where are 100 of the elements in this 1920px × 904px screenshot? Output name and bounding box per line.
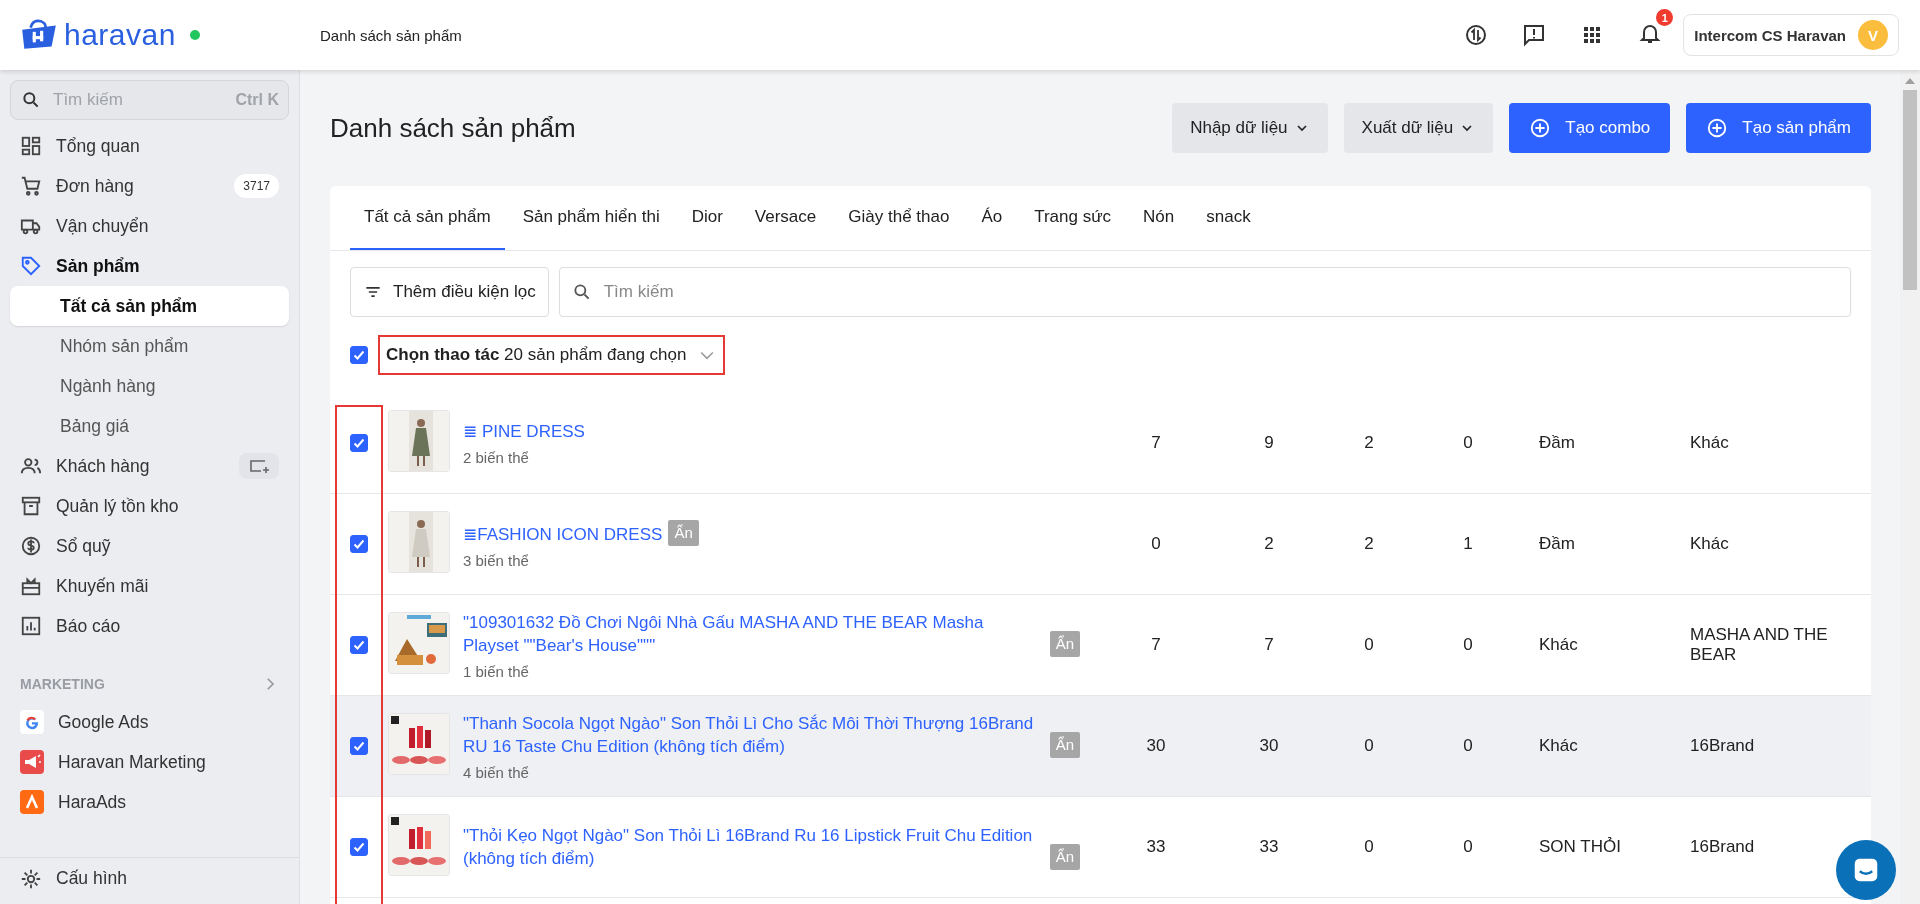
google-icon (20, 710, 44, 734)
logo-text: haravan (64, 18, 176, 52)
tab[interactable]: snack (1192, 186, 1265, 250)
table-cell-text: 2 (1263, 534, 1275, 554)
checkbox[interactable] (350, 346, 368, 364)
product-link[interactable]: ≣FASHION ICON DRESS (463, 522, 663, 546)
table-cell-text: 16Brand (1689, 837, 1756, 857)
table-cell-text: 0 (1462, 433, 1474, 453)
hidden-badge: Ẩn (1049, 844, 1080, 870)
hidden-badge: Ẩn (1049, 731, 1080, 758)
tab[interactable]: Giày thể thao (834, 186, 964, 250)
nav-item[interactable]: HaraAds (10, 782, 289, 822)
table-cell-text: 16Brand (1689, 736, 1756, 756)
hidden-badge: Ẩn (1049, 630, 1080, 657)
bulk-action-dropdown[interactable]: Chọn thao tác 20 sản phẩm đang chọn (378, 335, 725, 375)
hidden-badge: Ẩn (668, 519, 699, 546)
section-title: MARKETING (20, 676, 105, 692)
nav-item[interactable]: Đơn hàng 3717 (10, 166, 289, 206)
table-cell-text: 7 (1150, 433, 1162, 453)
table-cell-text: Khác (1689, 433, 1730, 453)
chart-icon (20, 615, 42, 637)
nav-subitem[interactable]: Ngành hàng (10, 366, 289, 406)
screen-add-icon[interactable] (239, 453, 279, 479)
checkbox[interactable] (350, 737, 368, 755)
table-cell-text: MASHA AND THE BEAR (1689, 625, 1829, 665)
table-cell-text: 0 (1363, 736, 1375, 756)
nav-item[interactable]: Sản phẩm (10, 246, 289, 286)
search-field[interactable]: Tìm kiếm (558, 267, 1851, 317)
nav-subitem[interactable]: Bảng giá (10, 406, 289, 446)
nav-item[interactable]: Cấu hình (0, 857, 299, 904)
nav-item[interactable]: Báo cáo (10, 606, 289, 646)
table-cell-text: 0 (1150, 534, 1162, 554)
tab[interactable]: Trang sức (1020, 186, 1126, 250)
scrollbar-thumb[interactable] (1903, 90, 1917, 290)
tab[interactable]: Tất cả sản phẩm (350, 186, 505, 250)
tab[interactable]: Dior (677, 186, 737, 250)
feedback-icon[interactable] (1522, 23, 1547, 47)
nav-item[interactable]: Vận chuyển (10, 206, 289, 246)
nav-item[interactable]: Tổng quan (10, 126, 289, 166)
table-cell-text: 0 (1462, 736, 1474, 756)
tab[interactable]: Nón (1129, 186, 1189, 250)
product-link[interactable]: ≣ PINE DRESS (463, 420, 585, 443)
nav-item[interactable]: Haravan Marketing (10, 742, 289, 782)
variant-count: 4 biến thể (463, 763, 530, 781)
table-cell-text: Đầm (1538, 534, 1576, 554)
table-cell-text: Đầm (1538, 433, 1576, 453)
tab[interactable]: Áo (967, 186, 1017, 250)
table-cell-text: Khác (1538, 635, 1579, 655)
table-row[interactable]: "Thanh Socola Ngọt Ngào" Son Thỏi Lì Cho Sắc Môi Thời Thượng 16Brand RU 16 Taste Chu Edition (không tích điểm) Ẩn 4 biến thể 30 30 0 0 Khác 16Brand (330, 696, 1871, 797)
table-cell-text: SON THỎI (1538, 837, 1622, 857)
table-cell-text: 7 (1150, 635, 1162, 655)
tab[interactable]: Versace (740, 186, 831, 250)
count-badge: 3717 (234, 174, 279, 198)
checkbox[interactable] (350, 838, 368, 856)
tab[interactable]: Sản phẩm hiển thi (508, 186, 674, 250)
hara-icon (20, 790, 44, 814)
nav-item[interactable]: Quản lý tồn kho (10, 486, 289, 526)
plus-circle-icon (1529, 117, 1552, 139)
nav-item[interactable]: Google Ads (10, 702, 289, 742)
checkbox[interactable] (350, 535, 368, 553)
checkbox[interactable] (350, 434, 368, 452)
table-cell-text: 9 (1263, 433, 1275, 453)
checkbox[interactable] (350, 636, 368, 654)
toolbar-button[interactable]: Nhập dữ liệu (1172, 103, 1328, 153)
sync-icon[interactable] (1464, 23, 1489, 47)
status-dot (189, 30, 200, 40)
table-cell-text: 33 (1258, 837, 1280, 857)
plus-circle-icon (1706, 117, 1729, 139)
table-cell-text: 33 (1145, 837, 1167, 857)
table-cell-text: 2 (1363, 534, 1375, 554)
nav-subitem[interactable]: Nhóm sản phẩm (10, 326, 289, 366)
table-cell-text: 0 (1363, 635, 1375, 655)
toolbar-button[interactable]: Tạo combo (1509, 103, 1671, 153)
search-icon (571, 282, 592, 302)
table-row[interactable]: ≣FASHION ICON DRESS Ẩn 3 biến thể 0 2 2 1 Đầm Khác (330, 494, 1871, 595)
dashboard-icon (20, 135, 42, 157)
notification-badge: 1 (1656, 9, 1674, 26)
page-title: Danh sách sản phẩm (330, 112, 577, 144)
gear-icon (20, 868, 42, 890)
product-link[interactable]: "Thanh Socola Ngọt Ngào" Son Thỏi Lì Cho Sắc Môi Thời Thượng 16Brand RU 16 Taste Chu Edition (không tích điểm) (463, 711, 1044, 758)
table-cell-text: 1 (1462, 534, 1474, 554)
table-cell-text: 30 (1145, 736, 1167, 756)
variant-count: 3 biến thể (463, 551, 530, 569)
variant-count: 1 biến thể (463, 662, 530, 680)
toolbar-button[interactable]: Tạo sản phẩm (1686, 103, 1871, 153)
filter-button[interactable]: Thêm điều kiện lọc (350, 267, 549, 317)
cart-icon (20, 175, 42, 197)
nav-subitem[interactable]: Tất cả sản phẩm (10, 286, 289, 326)
table-cell-text: Khác (1538, 736, 1579, 756)
nav-item[interactable]: Khách hàng (10, 446, 289, 486)
dollar-icon (20, 535, 42, 557)
table-row[interactable]: ≣ PINE DRESS 2 biến thể 7 9 2 0 Đầm Khác (330, 393, 1871, 494)
nav-item[interactable]: Sổ quỹ (10, 526, 289, 566)
archive-icon (20, 495, 42, 517)
account-button[interactable]: Intercom CS Haravan V (1683, 14, 1899, 56)
nav-item[interactable]: Khuyến mãi (10, 566, 289, 606)
table-cell-text: 30 (1258, 736, 1280, 756)
product-link[interactable]: "Thỏi Kẹo Ngọt Ngào" Son Thỏi Lì 16Brand Ru 16 Lipstick Fruit Chu Edition (không tích điểm) (463, 824, 1044, 870)
product-link[interactable]: "109301632 Đồ Chơi Ngôi Nhà Gấu MASHA AND THE BEAR Masha Playset ""Bear's House""" (463, 610, 1044, 657)
toolbar-button[interactable]: Xuất dữ liệu (1343, 103, 1494, 153)
